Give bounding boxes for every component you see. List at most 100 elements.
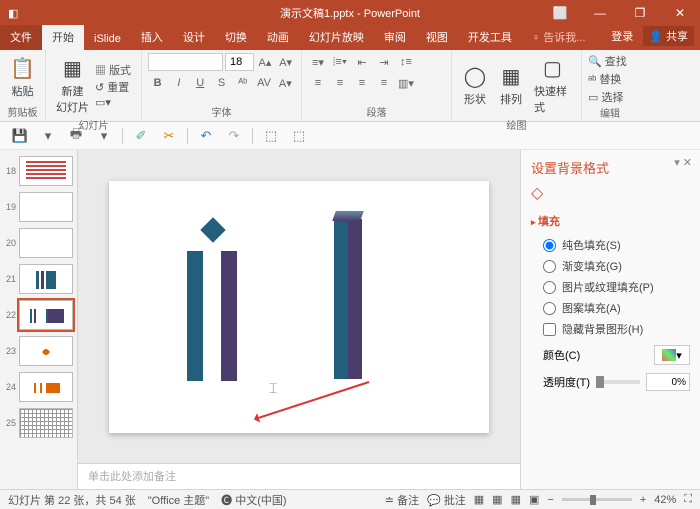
arrange-button[interactable]: ▦排列 (494, 61, 528, 109)
increase-font-icon[interactable]: A▴ (256, 53, 275, 71)
numbering-button[interactable]: ⦙≡▾ (330, 53, 350, 71)
decrease-font-icon[interactable]: A▾ (276, 53, 295, 71)
shape-bar-1[interactable] (187, 251, 203, 381)
section-button[interactable]: ▭▾ (95, 96, 131, 109)
columns-button[interactable]: ▥▾ (396, 74, 416, 92)
pane-close-icon[interactable]: ▾ ✕ (674, 156, 692, 169)
fill-section[interactable]: 填充 (531, 213, 690, 229)
thumb-23[interactable]: 23 (0, 334, 77, 368)
shapes-button[interactable]: ◯形状 (458, 61, 492, 109)
opt-pattern-fill[interactable]: 图案填充(A) (543, 300, 690, 316)
thumb-20[interactable]: 20 (0, 226, 77, 260)
indent-dec-button[interactable]: ⇤ (352, 53, 372, 71)
undo-button[interactable]: ↶ (196, 126, 216, 146)
zoom-out-button[interactable]: − (547, 494, 553, 506)
fit-window-icon[interactable]: ⛶ (684, 493, 692, 506)
paste-button[interactable]: 📋粘贴 (6, 53, 39, 101)
opt-solid-fill[interactable]: 纯色填充(S) (543, 237, 690, 253)
font-size-combo[interactable]: 18 (225, 53, 254, 71)
italic-button[interactable]: I (169, 74, 188, 92)
shadow-button[interactable]: ᴬᵇ (233, 74, 252, 92)
bullets-button[interactable]: ≡▾ (308, 53, 328, 71)
align-center-button[interactable]: ≡ (330, 74, 350, 92)
tab-file[interactable]: 文件 (0, 25, 42, 50)
group-slides-label: 幻灯片 (52, 117, 135, 132)
indent-inc-button[interactable]: ⇥ (374, 53, 394, 71)
zoom-level[interactable]: 42% (654, 494, 676, 506)
color-label: 颜色(C) (543, 347, 580, 363)
thumb-19[interactable]: 19 (0, 190, 77, 224)
opt-hide-bg[interactable]: 隐藏背景图形(H) (543, 321, 690, 337)
qat-more2[interactable]: ⬚ (289, 126, 309, 146)
thumb-18[interactable]: 18 (0, 154, 77, 188)
window-title: 演示文稿1.pptx - PowerPoint (280, 5, 420, 21)
fill-category-icon[interactable]: ◇ (531, 183, 690, 203)
align-right-button[interactable]: ≡ (352, 74, 372, 92)
share-button[interactable]: 👤 共享 (643, 26, 694, 46)
close-button[interactable]: ✕ (660, 0, 700, 26)
comments-toggle[interactable]: 💬 批注 (427, 492, 466, 508)
transparency-value[interactable]: 0% (646, 373, 690, 391)
tab-slideshow[interactable]: 幻灯片放映 (299, 25, 374, 50)
tab-animations[interactable]: 动画 (257, 25, 299, 50)
notes-toggle[interactable]: ≐ 备注 (385, 492, 419, 508)
view-reading-icon[interactable]: ▦ (511, 493, 521, 506)
tab-developer[interactable]: 开发工具 (458, 25, 522, 50)
tab-review[interactable]: 审阅 (374, 25, 416, 50)
font-family-combo[interactable] (148, 53, 223, 71)
new-slide-button[interactable]: ▦新建 幻灯片 (52, 53, 93, 117)
status-bar: 幻灯片 第 22 张，共 54 张 "Office 主题" 🅒 中文(中国) ≐… (0, 489, 700, 509)
notes-placeholder[interactable]: 单击此处添加备注 (78, 463, 520, 489)
qat-more[interactable]: ⬚ (261, 126, 281, 146)
save-icon[interactable]: 💾 (10, 126, 30, 146)
linespace-button[interactable]: ↕≡ (396, 53, 416, 71)
replace-button[interactable]: ᵃᵇ 替换 (588, 71, 632, 87)
view-sorter-icon[interactable]: ▦ (492, 493, 502, 506)
tab-home[interactable]: 开始 (42, 25, 84, 50)
thumb-24[interactable]: 24 (0, 370, 77, 404)
select-button[interactable]: ▭ 选择 (588, 89, 632, 105)
thumb-22[interactable]: 22 (0, 298, 77, 332)
strike-button[interactable]: S (212, 74, 231, 92)
transparency-slider[interactable] (596, 380, 640, 384)
minimize-button[interactable]: — (580, 0, 620, 26)
opt-gradient-fill[interactable]: 渐变填充(G) (543, 258, 690, 274)
redo-button[interactable]: ↷ (224, 126, 244, 146)
shape-diamond[interactable] (200, 217, 225, 242)
align-left-button[interactable]: ≡ (308, 74, 328, 92)
tell-me[interactable]: ♀ 告诉我... (522, 25, 595, 50)
zoom-slider[interactable] (562, 498, 632, 501)
slide-counter: 幻灯片 第 22 张，共 54 张 (8, 492, 136, 508)
maximize-button[interactable]: ❐ (620, 0, 660, 26)
tab-transitions[interactable]: 切换 (215, 25, 257, 50)
spacing-button[interactable]: AV (254, 74, 273, 92)
tab-design[interactable]: 设计 (173, 25, 215, 50)
work-area: 18 19 20 21 22 23 24 25 ⌶ 单击此处添加备注 ▾ ✕ 设… (0, 150, 700, 489)
shape-3d-bar[interactable] (334, 219, 362, 379)
trim-icon[interactable]: ✂ (159, 126, 179, 146)
ribbon-display-icon[interactable]: ⬜ (540, 0, 580, 26)
zoom-in-button[interactable]: + (640, 494, 646, 506)
slide-canvas[interactable]: ⌶ (109, 181, 489, 433)
language-indicator[interactable]: 🅒 中文(中国) (221, 492, 286, 508)
view-normal-icon[interactable]: ▦ (474, 493, 484, 506)
tab-insert[interactable]: 插入 (131, 25, 173, 50)
slide-thumbnails[interactable]: 18 19 20 21 22 23 24 25 (0, 150, 78, 489)
bold-button[interactable]: B (148, 74, 167, 92)
view-slideshow-icon[interactable]: ▣ (529, 493, 539, 506)
opt-picture-fill[interactable]: 图片或纹理填充(P) (543, 279, 690, 295)
find-button[interactable]: 🔍 查找 (588, 53, 632, 69)
underline-button[interactable]: U (191, 74, 210, 92)
shape-bar-2[interactable] (221, 251, 237, 381)
thumb-25[interactable]: 25 (0, 406, 77, 440)
tab-view[interactable]: 视图 (416, 25, 458, 50)
signin-link[interactable]: 登录 (611, 28, 633, 44)
font-color-button[interactable]: A▾ (276, 74, 295, 92)
reset-button[interactable]: ↺ 重置 (95, 79, 131, 95)
tab-islide[interactable]: iSlide (84, 29, 131, 50)
color-picker-button[interactable]: ▾ (654, 345, 690, 365)
justify-button[interactable]: ≡ (374, 74, 394, 92)
thumb-21[interactable]: 21 (0, 262, 77, 296)
quickstyle-button[interactable]: ▢快速样式 (530, 53, 575, 117)
layout-button[interactable]: ▦ 版式 (95, 62, 131, 78)
